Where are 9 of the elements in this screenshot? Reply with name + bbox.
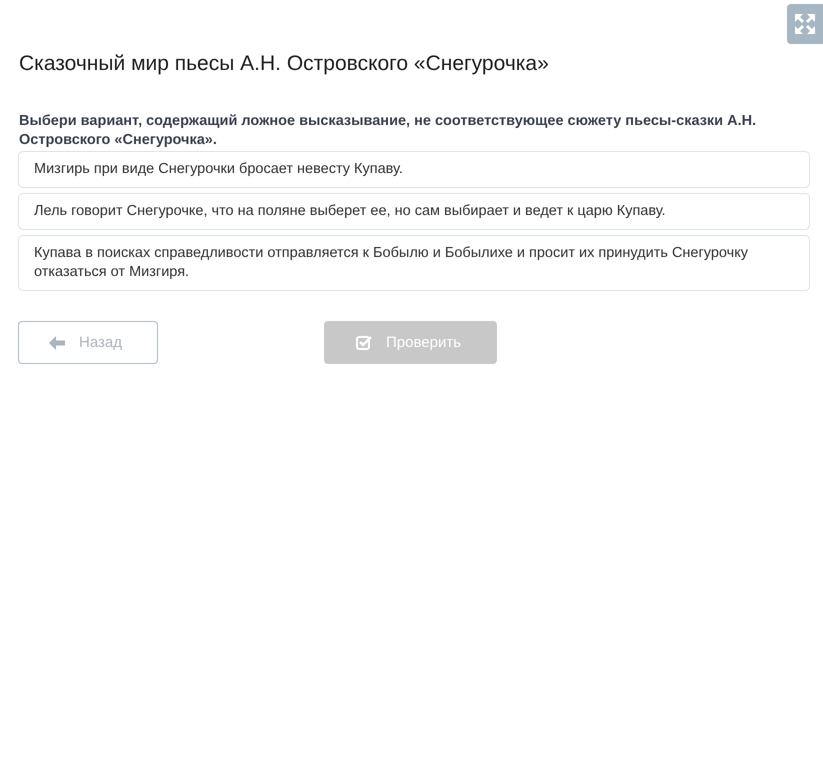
expand-icon <box>794 13 816 35</box>
answer-option[interactable]: Купава в поисках справедливости отправляется к Бобылю и Бобылихе и просит их принудить Снегурочку отказаться от Мизгиря. <box>18 235 810 291</box>
fullscreen-button[interactable] <box>787 4 823 44</box>
question-text: Выбери вариант, содержащий ложное высказывание, не соответствующее сюжету пьесы-сказки А.Н. Островского «Снегурочка». <box>19 112 758 150</box>
page-title: Сказочный мир пьесы А.Н. Островского «Снегурочка» <box>19 52 550 76</box>
arrow-left-icon <box>49 336 65 350</box>
answer-option[interactable]: Лель говорит Снегурочке, что на поляне выберет ее, но сам выбирает и ведет к царю Купаву. <box>18 193 810 230</box>
checkbox-icon <box>356 335 372 350</box>
answer-option[interactable]: Мизгирь при виде Снегурочки бросает невесту Купаву. <box>18 151 810 188</box>
